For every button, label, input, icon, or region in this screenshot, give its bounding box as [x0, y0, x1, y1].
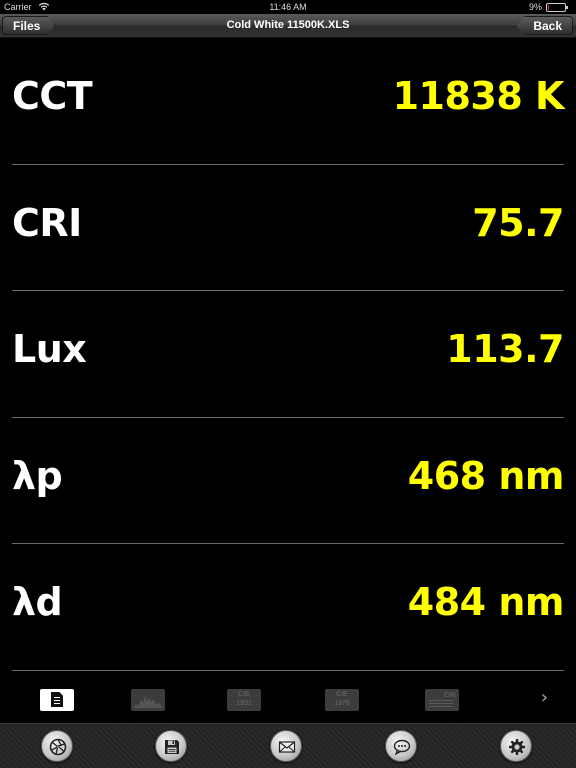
- metric-row-cct: CCT 11838 K: [12, 38, 565, 165]
- settings-button[interactable]: [500, 730, 532, 762]
- metric-value: 11838 K: [392, 74, 565, 118]
- envelope-icon: [278, 741, 296, 753]
- tab-cri-label: CRI: [443, 692, 456, 699]
- back-button[interactable]: Back: [516, 16, 573, 35]
- tab-cie-1976-line2: 1976: [334, 700, 350, 707]
- metric-row-peak-wavelength: λp 468 nm: [12, 418, 565, 545]
- tab-cie-1931-line2: 1931: [236, 700, 252, 707]
- metric-value: 113.7: [446, 327, 564, 372]
- battery-icon: [546, 3, 568, 12]
- navigation-bar: Files Cold White 11500K.XLS Back: [0, 14, 576, 38]
- message-button[interactable]: [385, 730, 417, 762]
- metric-label: λp: [12, 453, 63, 498]
- tab-cie-1931[interactable]: CIE 1931: [227, 689, 261, 711]
- view-tab-strip: CIE 1931 CIE 1976 CRI ›: [0, 679, 576, 723]
- document-icon: [51, 692, 63, 707]
- spectrum-icon: [133, 696, 163, 708]
- gear-icon: [509, 739, 525, 755]
- metric-row-dominant-wavelength: λd 484 nm: [12, 544, 565, 671]
- speech-bubble-icon: [393, 739, 411, 756]
- battery-level-fill: [548, 5, 549, 10]
- tab-cie-1976[interactable]: CIE 1976: [325, 689, 359, 711]
- file-title: Cold White 11500K.XLS: [226, 19, 350, 31]
- measurement-list: CCT 11838 K CRI 75.7 Lux 113.7 λp 468 nm…: [0, 38, 576, 671]
- chevron-right-icon[interactable]: ›: [541, 687, 548, 708]
- metric-value: 468 nm: [407, 453, 565, 498]
- metric-value: 75.7: [472, 200, 564, 245]
- status-bar: Carrier 11:46 AM 9%: [0, 0, 576, 14]
- metric-label: Lux: [12, 327, 87, 372]
- bottom-toolbar: [0, 723, 576, 768]
- aperture-icon: [49, 738, 67, 756]
- tab-spectrum[interactable]: [131, 689, 165, 711]
- tab-cie-1976-line1: CIE: [336, 691, 348, 698]
- metric-row-lux: Lux 113.7: [12, 291, 564, 418]
- metric-label: λd: [12, 580, 63, 625]
- capture-button[interactable]: [41, 730, 73, 762]
- battery-percent: 9%: [528, 2, 542, 12]
- tab-cie-1931-line1: CIE: [238, 691, 250, 698]
- tab-summary[interactable]: [40, 689, 74, 711]
- metric-row-cri: CRI 75.7: [12, 165, 564, 292]
- metric-value: 484 nm: [407, 580, 565, 625]
- cri-bars-icon: [429, 700, 453, 709]
- metric-label: CCT: [12, 74, 93, 118]
- save-button[interactable]: [155, 730, 187, 762]
- metric-label: CRI: [12, 200, 82, 245]
- clock: 11:46 AM: [269, 2, 307, 12]
- email-button[interactable]: [270, 730, 302, 762]
- tab-cri[interactable]: CRI: [425, 689, 459, 711]
- floppy-disk-icon: [165, 740, 179, 754]
